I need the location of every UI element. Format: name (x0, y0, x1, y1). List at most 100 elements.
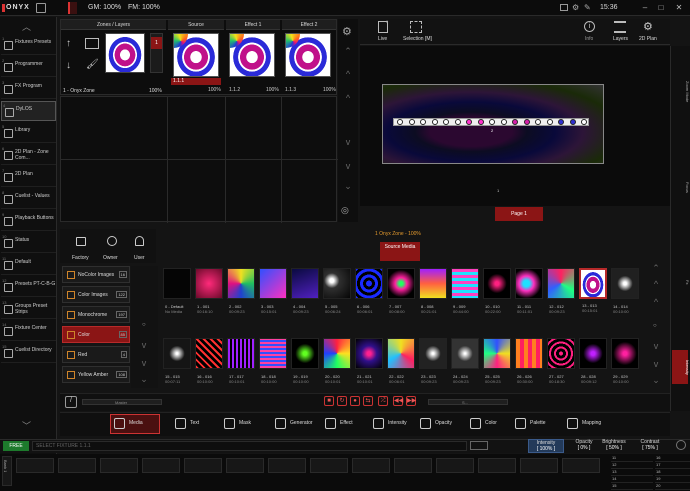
playback-fader[interactable] (100, 458, 138, 473)
shuffle-icon[interactable]: ⤮ (378, 396, 388, 406)
pixel-dot[interactable] (397, 119, 403, 125)
sidebar-item-4[interactable]: 4 DyLOS (1, 101, 56, 121)
media-tile[interactable]: 18 - 018 00:10:00 (259, 338, 287, 384)
tab-intensity[interactable]: Intensity (373, 414, 407, 432)
tab-opacity[interactable]: Opacity (420, 414, 452, 432)
chevron-up-icon[interactable]: ^ (649, 279, 663, 289)
effect1-thumbnail[interactable] (229, 33, 275, 77)
playback-fader[interactable] (142, 458, 180, 473)
encoder-icon[interactable] (676, 440, 686, 450)
arrow-up-icon[interactable]: ↑ (66, 38, 71, 49)
chevron-down-icon[interactable]: v (137, 340, 151, 350)
media-tile[interactable]: 16 - 016 00:10:00 (195, 338, 223, 384)
playback-fader[interactable] (520, 458, 558, 473)
playback-number[interactable]: 14 (611, 476, 653, 483)
playback-number[interactable]: 18 (655, 469, 690, 476)
keyboard-icon[interactable] (470, 441, 488, 450)
media-tile[interactable]: 19 - 019 00:10:00 (291, 338, 319, 384)
playback-fader[interactable] (16, 458, 54, 473)
chevron-down-icon[interactable]: v (649, 341, 663, 351)
chevron-up-icon[interactable]: ︿ (22, 20, 31, 33)
media-tile[interactable]: 12 - 012 00:09:23 (547, 268, 575, 314)
filter-user[interactable]: User (134, 255, 145, 261)
media-tile[interactable]: 5 - 005 00:06:24 (323, 268, 351, 314)
layers-icon[interactable] (614, 21, 626, 33)
category-item[interactable]: NoColor Images 16 (62, 266, 130, 283)
chevron-top-icon[interactable]: ⌃ (649, 263, 663, 274)
sidebar-item-10[interactable]: 10 Status (1, 233, 56, 253)
media-tile[interactable]: 23 - 023 00:09:23 (419, 338, 447, 384)
fx-tab[interactable]: Fx (674, 265, 690, 299)
page-button[interactable]: Page 1 (495, 207, 543, 221)
arrow-down-icon[interactable]: ↓ (66, 60, 71, 71)
media-tile[interactable]: 4 - 004 00:09:23 (291, 268, 319, 314)
category-item[interactable]: Yellow Amber 108 (62, 366, 130, 383)
playback-number[interactable]: 15 (611, 483, 653, 490)
record-icon[interactable]: ● (350, 396, 360, 406)
bounce-icon[interactable]: ⇆ (363, 396, 373, 406)
media-tile[interactable]: 27 - 027 00:18:30 (547, 338, 575, 384)
tab-2d-plan[interactable]: 2D Plan (639, 36, 657, 42)
minimize-icon[interactable]: – (640, 3, 650, 13)
gear-icon[interactable]: ⚙ (643, 20, 653, 33)
media-tile[interactable]: 25 - 025 00:09:23 (483, 338, 511, 384)
source-thumbnail[interactable] (173, 33, 219, 77)
pencil-icon[interactable]: ✎ (584, 3, 594, 12)
media-tile[interactable]: 22 - 022 00:06:01 (387, 338, 415, 384)
brush-icon[interactable]: 🖌 (86, 59, 99, 70)
eye-off-icon[interactable]: ◎ (341, 205, 349, 216)
tab-mask[interactable]: Mask (224, 414, 251, 432)
stop-icon[interactable]: ■ (324, 396, 334, 406)
focus-tab[interactable]: Focus (674, 170, 690, 204)
playback-fader[interactable] (226, 458, 264, 473)
selection-icon[interactable] (410, 21, 422, 33)
chevron-bottom-icon[interactable]: ⌄ (649, 375, 663, 386)
close-icon[interactable]: ✕ (674, 3, 684, 13)
chevron-down-icon[interactable]: v (341, 137, 355, 147)
window-icon[interactable] (36, 3, 46, 13)
playback-fader[interactable] (268, 458, 306, 473)
gear-icon[interactable]: ⚙ (572, 3, 581, 12)
forward-icon[interactable]: ▶▶ (406, 396, 416, 406)
source-media-button[interactable]: Source Media (380, 242, 420, 261)
media-tile[interactable]: 1 - 001 00:16:10 (195, 268, 223, 314)
media-tile[interactable]: 21 - 021 00:10:01 (355, 338, 383, 384)
pixel-dot[interactable] (431, 119, 438, 125)
category-item[interactable]: Monochrome 197 (62, 306, 130, 323)
playback-number[interactable]: 20 (655, 483, 690, 490)
user-icon[interactable] (135, 236, 144, 246)
playback-number[interactable]: 12 (611, 462, 653, 469)
zoom-mode-tab[interactable]: Zoom Mode (674, 75, 690, 109)
pixel-dot[interactable] (454, 119, 461, 125)
chevron-up-icon[interactable]: ^ (341, 69, 355, 79)
pixel-dot[interactable] (489, 119, 495, 125)
pixel-dot[interactable] (558, 119, 564, 125)
layer-badge[interactable]: 1 (151, 37, 162, 49)
sidebar-item-2[interactable]: 2 Programmer (1, 57, 56, 77)
media-tile[interactable]: 3 - 003 00:15:01 (259, 268, 287, 314)
media-tile[interactable]: 7 - 007 00:08:00 (387, 268, 415, 314)
rewind-icon[interactable]: ◀◀ (393, 396, 403, 406)
sidebar-item-15[interactable]: 15 Cuelist Directory (1, 343, 56, 363)
tab-layers[interactable]: Layers (613, 36, 628, 42)
playback-fader[interactable] (436, 458, 474, 473)
info-icon[interactable]: i (584, 21, 595, 32)
chevron-down-icon[interactable]: v (137, 358, 151, 368)
sidebar-item-9[interactable]: 9 Playback Buttons (1, 211, 56, 231)
tab-generator[interactable]: Generator (275, 414, 313, 432)
sidebar-item-14[interactable]: 14 Fixture Center (1, 321, 56, 341)
media-tile[interactable]: 26 - 026 00:30:00 (515, 338, 543, 384)
gear-icon[interactable]: ⚙ (342, 25, 352, 38)
tab-live[interactable]: Live (378, 36, 387, 42)
chevron-up-icon[interactable]: ^ (341, 93, 355, 103)
playback-fader[interactable] (184, 458, 222, 473)
command-input[interactable] (32, 441, 467, 451)
pixel-dot[interactable] (569, 119, 576, 125)
param-contrast[interactable]: Contrast[ 75% ] (634, 439, 666, 453)
param-brightness[interactable]: Brightness[ 50% ] (598, 439, 630, 453)
category-item[interactable]: Color Images 122 (62, 286, 130, 303)
param-opacity[interactable]: Opacity[ 0% ] (568, 439, 600, 453)
playback-fader[interactable] (562, 458, 600, 473)
sidebar-item-8[interactable]: 8 Cuelist - Values (1, 189, 56, 209)
playback-number[interactable]: 17 (655, 462, 690, 469)
